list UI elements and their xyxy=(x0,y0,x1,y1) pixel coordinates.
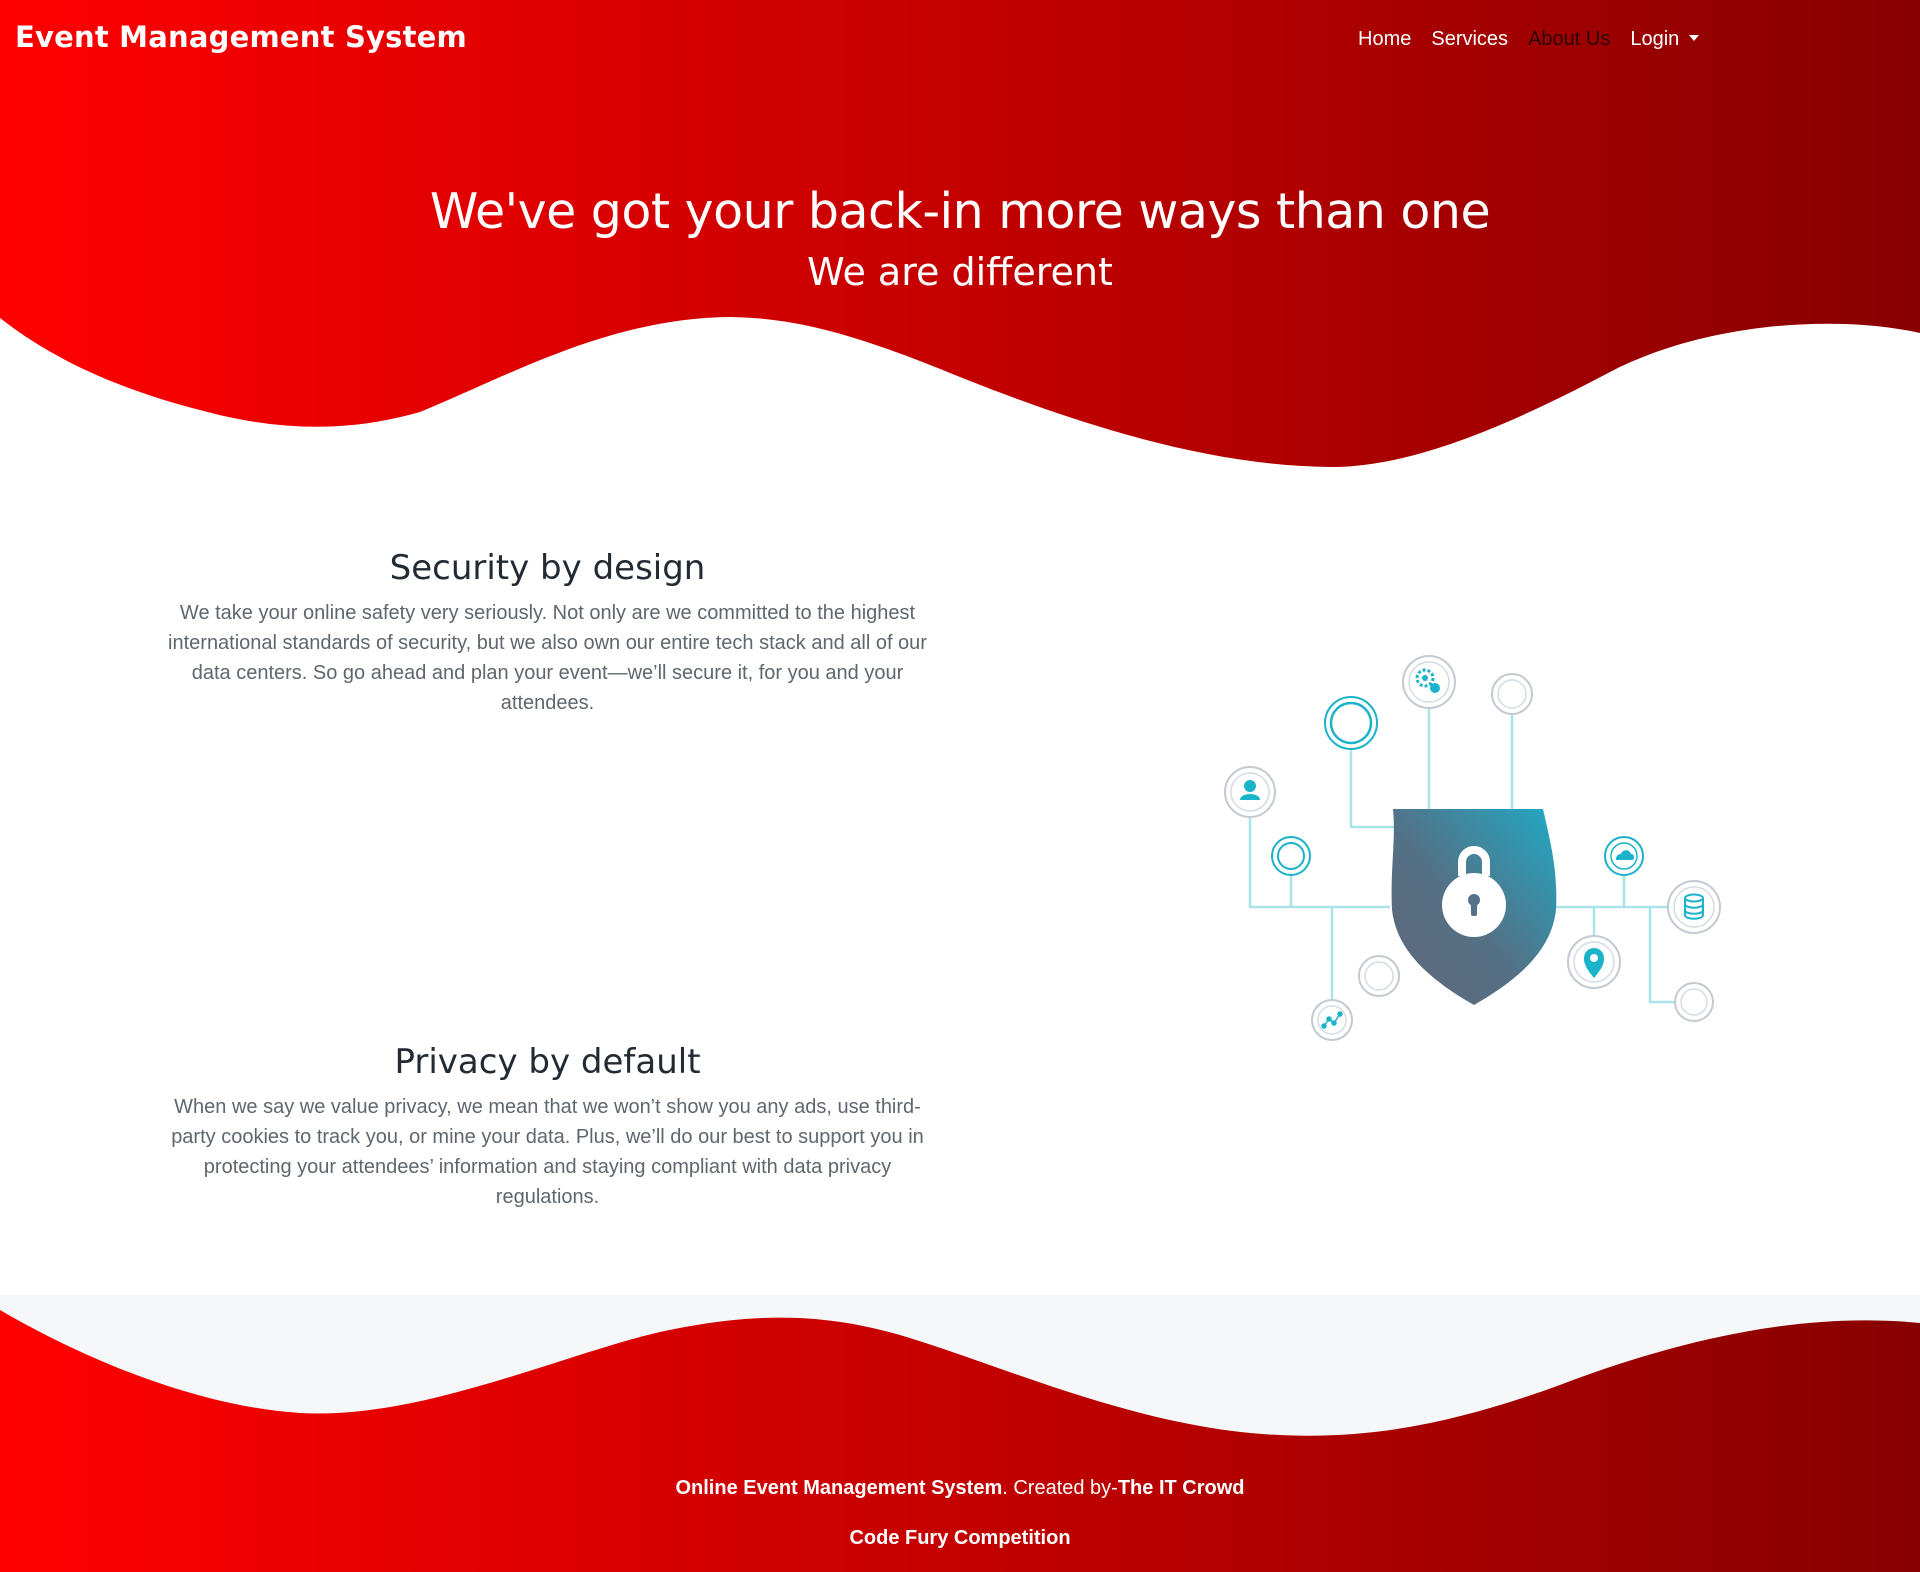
hero-title: We've got your back-in more ways than on… xyxy=(429,183,1491,240)
footer-created-by: . Created by- xyxy=(1002,1477,1118,1499)
hero-section: Event Management System Home Services Ab… xyxy=(0,0,1920,480)
footer-team-name: The IT Crowd xyxy=(1117,1477,1245,1499)
nav-login-label: Login xyxy=(1630,28,1680,50)
footer-competition: Code Fury Competition xyxy=(849,1527,1071,1549)
nav-about-us[interactable]: About Us xyxy=(1528,28,1610,51)
feature-security: Security by design We take your online s… xyxy=(140,548,955,718)
feature-privacy-title: Privacy by default xyxy=(394,1042,701,1082)
footer-credits: Online Event Management System. Created … xyxy=(0,1477,1920,1500)
brand-logo[interactable]: Event Management System xyxy=(15,20,467,54)
feature-security-text: We take your online safety very seriousl… xyxy=(168,602,927,714)
graph-node xyxy=(1311,999,1353,1041)
nav-home[interactable]: Home xyxy=(1358,28,1411,51)
nav-services[interactable]: Services xyxy=(1431,28,1508,51)
cloud-node xyxy=(1604,836,1644,876)
node-ring-bottom-right xyxy=(1674,982,1714,1022)
footer-product-name: Online Event Management System xyxy=(675,1477,1003,1499)
nav-login-dropdown[interactable]: Login xyxy=(1630,28,1700,51)
hero-subtitle: We are different xyxy=(807,250,1113,294)
database-node xyxy=(1667,880,1721,934)
navbar: Event Management System Home Services Ab… xyxy=(0,0,1920,82)
node-ring-large xyxy=(1324,696,1378,750)
location-node xyxy=(1567,935,1621,989)
feature-privacy-text: When we say we value privacy, we mean th… xyxy=(171,1096,924,1208)
feature-privacy: Privacy by default When we say we value … xyxy=(140,1042,955,1212)
feature-security-title: Security by design xyxy=(389,548,706,588)
footer: Online Event Management System. Created … xyxy=(0,1295,1920,1572)
node-ring-bottom xyxy=(1358,955,1400,997)
gear-node xyxy=(1402,655,1456,709)
security-illustration xyxy=(1224,655,1721,1041)
node-ring-left xyxy=(1271,836,1311,876)
caret-down-icon xyxy=(1689,35,1700,41)
node-ring-top-right xyxy=(1491,673,1533,715)
nav-links: Home Services About Us Login xyxy=(1358,28,1700,51)
user-node xyxy=(1224,766,1276,818)
